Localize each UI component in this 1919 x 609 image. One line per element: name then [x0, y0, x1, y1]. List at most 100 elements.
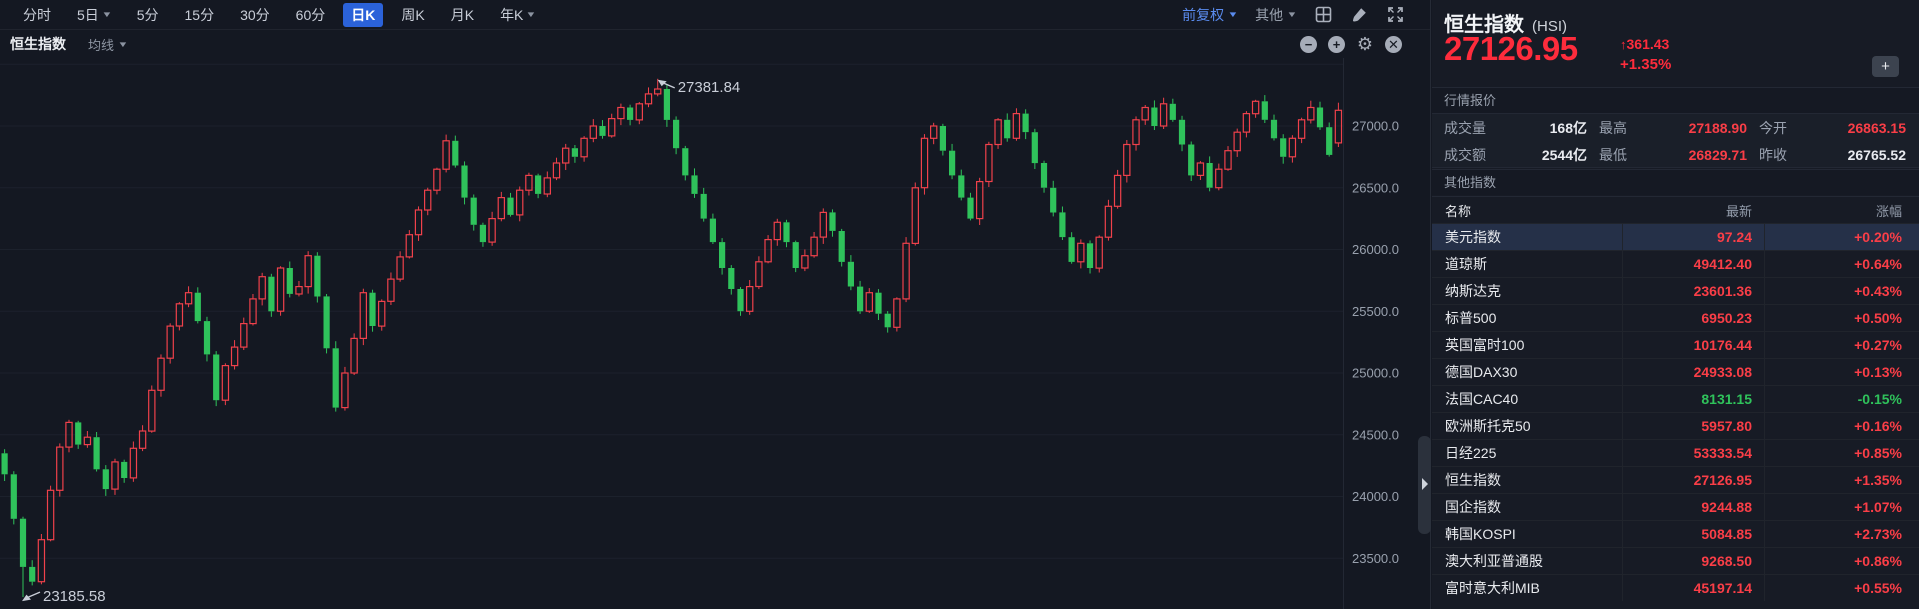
index-change-cell: +0.85%: [1764, 440, 1919, 466]
quote-grid: 成交量168亿最高27188.90今开26863.15成交额2544亿最低268…: [1432, 113, 1919, 168]
table-row-恒生指数[interactable]: 恒生指数27126.95+1.35%: [1432, 466, 1919, 493]
quote-cell: 成交量168亿: [1432, 118, 1589, 138]
layout-grid-icon[interactable]: [1314, 6, 1332, 24]
candle: [765, 240, 771, 262]
section-indices-header: 其他指数: [1432, 169, 1919, 195]
ma-dropdown[interactable]: 均线▼: [88, 35, 127, 54]
candle: [241, 324, 247, 348]
table-row-标普500[interactable]: 标普5006950.23+0.50%: [1432, 304, 1919, 331]
candle: [1151, 108, 1157, 127]
candle: [599, 126, 605, 136]
table-row-德国DAX30[interactable]: 德国DAX3024933.08+0.13%: [1432, 358, 1919, 385]
index-last-cell: 23601.36: [1622, 278, 1764, 304]
candle: [829, 212, 835, 231]
index-change-cell: +0.16%: [1764, 413, 1919, 439]
period-tab-9[interactable]: 月K: [443, 3, 482, 27]
candle: [1179, 120, 1185, 145]
table-row-富时意大利MIB[interactable]: 富时意大利MIB45197.14+0.55%: [1432, 574, 1919, 601]
table-row-美元指数[interactable]: 美元指数97.24+0.20%: [1432, 223, 1919, 250]
index-name-cell: 英国富时100: [1432, 335, 1622, 355]
period-tab-6[interactable]: 60分: [288, 3, 334, 27]
candlestick-chart[interactable]: 27000.026500.026000.025500.025000.024500…: [0, 58, 1431, 609]
candle: [333, 348, 339, 407]
candle: [305, 256, 311, 287]
low-annotation: 23185.58: [43, 588, 106, 605]
candle: [544, 178, 550, 194]
candle: [912, 188, 918, 244]
candle: [461, 166, 467, 198]
index-change-cell: +0.55%: [1764, 575, 1919, 601]
gear-icon[interactable]: ⚙: [1356, 36, 1374, 53]
y-axis-label: 25500.0: [1352, 304, 1399, 319]
candle: [517, 190, 523, 215]
candle: [894, 299, 900, 327]
price-change-percent: +1.35%: [1620, 56, 1671, 73]
period-tab-1[interactable]: 分时: [15, 3, 59, 27]
table-row-日经225[interactable]: 日经22553333.54+0.85%: [1432, 439, 1919, 466]
quote-value: 2544亿: [1542, 145, 1587, 165]
draw-brush-icon[interactable]: [1350, 6, 1368, 24]
candle: [75, 422, 81, 444]
period-tab-4[interactable]: 15分: [177, 3, 223, 27]
table-row-英国富时100[interactable]: 英国富时10010176.44+0.27%: [1432, 331, 1919, 358]
candle: [204, 321, 210, 354]
candle: [1243, 114, 1249, 133]
table-row-韩国KOSPI[interactable]: 韩国KOSPI5084.85+2.73%: [1432, 520, 1919, 547]
candle: [655, 89, 661, 94]
adjust-type-label: 前复权: [1182, 5, 1224, 25]
period-tab-10[interactable]: 年K▼: [492, 3, 543, 27]
candle: [287, 268, 293, 294]
candle: [1115, 175, 1121, 206]
y-axis-label: 24000.0: [1352, 489, 1399, 504]
y-axis-label: 27000.0: [1352, 119, 1399, 134]
other-dropdown[interactable]: 其他▼: [1255, 5, 1296, 25]
chevron-down-icon: ▼: [526, 10, 537, 19]
index-name-cell: 澳大利亚普通股: [1432, 551, 1622, 571]
candle: [793, 242, 799, 268]
quote-label: 最低: [1599, 145, 1627, 165]
candle: [986, 145, 992, 182]
quote-label: 最高: [1599, 118, 1627, 138]
candle: [121, 462, 127, 478]
period-tab-8[interactable]: 周K: [393, 3, 432, 27]
candle: [278, 268, 284, 311]
index-name-cell: 美元指数: [1432, 227, 1622, 247]
candle: [471, 198, 477, 225]
candle: [1087, 243, 1093, 268]
table-row-道琼斯[interactable]: 道琼斯49412.40+0.64%: [1432, 250, 1919, 277]
period-tab-2[interactable]: 5日▼: [69, 3, 119, 27]
table-row-国企指数[interactable]: 国企指数9244.88+1.07%: [1432, 493, 1919, 520]
add-to-watchlist-button[interactable]: +: [1872, 56, 1899, 77]
candle: [1124, 145, 1130, 176]
candle: [48, 490, 54, 539]
candle: [342, 373, 348, 408]
zoom-in-icon[interactable]: +: [1328, 36, 1345, 53]
candle: [664, 89, 670, 120]
index-change-cell: +0.13%: [1764, 359, 1919, 385]
y-axis-label: 23500.0: [1352, 551, 1399, 566]
index-change-cell: +0.27%: [1764, 332, 1919, 358]
period-tab-7[interactable]: 日K: [343, 3, 383, 27]
table-row-澳大利亚普通股[interactable]: 澳大利亚普通股9268.50+0.86%: [1432, 547, 1919, 574]
zoom-out-icon[interactable]: −: [1300, 36, 1317, 53]
candle: [489, 219, 495, 243]
index-name-cell: 道琼斯: [1432, 254, 1622, 274]
indices-table-header: 名称 最新 涨幅: [1432, 196, 1919, 223]
period-tab-3[interactable]: 5分: [129, 3, 167, 27]
quote-value: 27188.90: [1689, 120, 1747, 136]
candle: [572, 148, 578, 157]
candle: [903, 243, 909, 299]
close-icon[interactable]: ✕: [1385, 36, 1402, 53]
table-row-欧洲斯托克50[interactable]: 欧洲斯托克505957.80+0.16%: [1432, 412, 1919, 439]
candle: [1161, 104, 1167, 126]
index-name-cell: 恒生指数: [1432, 470, 1622, 490]
fullscreen-expand-icon[interactable]: [1386, 6, 1404, 24]
candle: [1069, 237, 1075, 262]
table-row-法国CAC40[interactable]: 法国CAC408131.15-0.15%: [1432, 385, 1919, 412]
table-row-纳斯达克[interactable]: 纳斯达克23601.36+0.43%: [1432, 277, 1919, 304]
col-change-header: 涨幅: [1764, 197, 1919, 223]
candle: [176, 304, 182, 326]
candle: [802, 256, 808, 268]
period-tab-5[interactable]: 30分: [232, 3, 278, 27]
adjust-type-dropdown[interactable]: 前复权▼: [1182, 5, 1237, 25]
